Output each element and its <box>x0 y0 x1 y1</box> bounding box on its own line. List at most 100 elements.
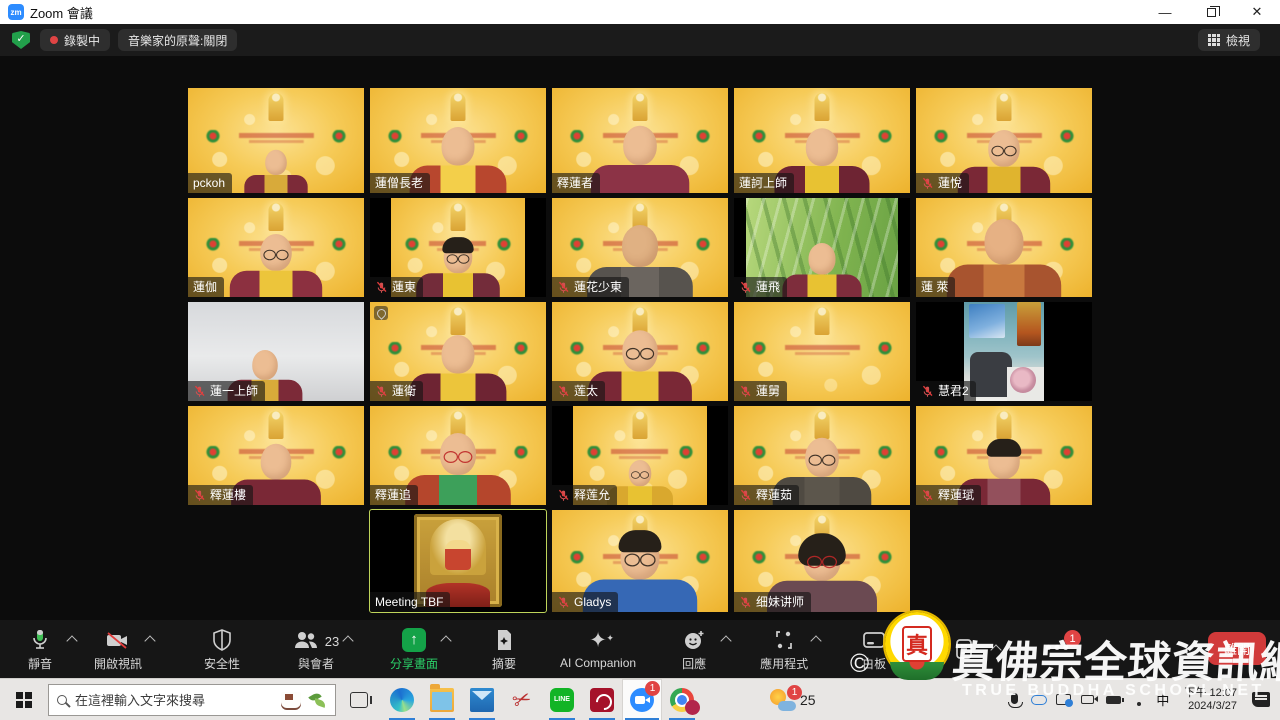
taskbar-clock[interactable]: 下午 12:07 2024/3/27 <box>1184 687 1237 713</box>
notes-options-chevron[interactable] <box>990 644 1001 655</box>
start-button[interactable] <box>0 679 48 720</box>
taskbar-weather-button[interactable]: 1 25 <box>770 679 826 720</box>
participant-tile[interactable]: 蓮花少東 <box>552 198 728 297</box>
taskbar-zoom-button[interactable]: 1 <box>622 679 662 720</box>
participant-nametag: 蓮悅 <box>916 173 969 193</box>
gallery-view: pckoh 蓮僧長老 釋蓮者 蓮訶上師 蓮悅 蓮伽 <box>0 56 1280 620</box>
ai-companion-button[interactable]: ✦ AI Companion <box>558 628 638 670</box>
windows-logo-icon <box>16 692 32 708</box>
reactions-button[interactable]: 回應 <box>668 627 720 672</box>
encryption-shield-icon[interactable] <box>12 31 30 49</box>
taskbar-edge-button[interactable] <box>382 679 422 720</box>
task-view-button[interactable] <box>336 679 382 720</box>
participant-tile[interactable]: 蓮僧長老 <box>370 88 546 193</box>
reactions-options-chevron[interactable] <box>720 635 731 646</box>
participant-tile[interactable]: 蓮悅 <box>916 88 1092 193</box>
taskbar-snipping-button[interactable]: ✂ <box>502 679 542 720</box>
participant-tile[interactable]: pckoh <box>188 88 364 193</box>
camera-off-icon <box>105 627 131 653</box>
taskbar-explorer-button[interactable] <box>422 679 462 720</box>
participant-tile[interactable]: 细妹讲师 <box>734 510 910 612</box>
notes-icon <box>953 636 975 662</box>
participant-tile[interactable]: 慧君2 <box>916 302 1092 401</box>
mute-button[interactable]: 靜音 <box>14 627 66 672</box>
muted-mic-icon <box>557 385 570 398</box>
share-options-chevron[interactable] <box>440 635 451 646</box>
recording-dot-icon <box>50 36 58 44</box>
participant-tile[interactable]: 蓮飛 <box>734 198 910 297</box>
pinned-icon <box>374 306 388 320</box>
minimize-button[interactable]: — <box>1142 0 1188 24</box>
video-options-chevron[interactable] <box>144 635 155 646</box>
participant-nametag: 蓮伽 <box>188 277 224 297</box>
line-app-icon: LINE <box>550 688 574 712</box>
participant-tile[interactable]: 蓮東 <box>370 198 546 297</box>
summary-button[interactable]: 摘要 <box>478 627 530 672</box>
taskbar-line-button[interactable]: LINE <box>542 679 582 720</box>
participant-tile[interactable]: Gladys <box>552 510 728 612</box>
participant-tile[interactable]: 釋蓮追 <box>370 406 546 505</box>
participant-nametag: 釋蓮追 <box>370 485 418 505</box>
recording-indicator[interactable]: 錄製中 <box>40 29 110 51</box>
zoom-app-icon: zm <box>8 4 24 20</box>
close-button[interactable]: ✕ <box>1234 0 1280 24</box>
participant-tile-active-speaker[interactable]: Meeting TBF <box>370 510 546 612</box>
ime-indicator[interactable]: 中 <box>1156 690 1169 709</box>
muted-mic-icon <box>375 281 388 294</box>
tray-battery-icon[interactable] <box>1106 692 1122 708</box>
muted-mic-icon <box>921 489 934 502</box>
edge-icon <box>390 688 414 712</box>
gallery-grid-icon <box>1208 34 1220 46</box>
apps-options-chevron[interactable] <box>810 635 821 646</box>
tea-cup-icon <box>281 692 301 708</box>
mute-options-chevron[interactable] <box>66 635 77 646</box>
participant-tile[interactable]: 蓮訶上師 <box>734 88 910 193</box>
participant-tile[interactable]: 釋蓮珷 <box>916 406 1092 505</box>
tray-cloud-icon[interactable] <box>1031 692 1047 708</box>
participant-nametag: 釋蓮茹 <box>734 485 799 505</box>
participants-button[interactable]: 23 與會者 <box>290 627 342 672</box>
whiteboard-options-chevron[interactable] <box>900 635 911 646</box>
participant-nametag: 蓮舅 <box>734 381 787 401</box>
participant-tile[interactable]: 蓮衛 <box>370 302 546 401</box>
more-button[interactable]: ••• 1 <box>1032 636 1084 662</box>
participant-tile[interactable]: 蓮 萊 <box>916 198 1092 297</box>
participant-tile[interactable]: 蓮伽 <box>188 198 364 297</box>
participants-options-chevron[interactable] <box>342 635 353 646</box>
view-button[interactable]: 檢視 <box>1198 29 1260 51</box>
action-center-icon[interactable] <box>1252 692 1270 707</box>
muted-mic-icon <box>193 385 206 398</box>
tray-display-icon[interactable] <box>1056 692 1072 708</box>
security-button[interactable]: 安全性 <box>196 627 248 672</box>
participant-nametag: pckoh <box>188 173 232 193</box>
whiteboard-button[interactable]: 白板 <box>848 627 900 672</box>
taskbar-search-input[interactable]: 在這裡輸入文字來搜尋 <box>48 684 336 716</box>
shield-icon <box>212 627 232 653</box>
participant-tile[interactable]: 蓮一上師 <box>188 302 364 401</box>
more-notification-badge: 1 <box>1064 630 1081 647</box>
participant-tile[interactable]: 釋蓮樓 <box>188 406 364 505</box>
muted-mic-icon <box>739 281 752 294</box>
tray-camera-icon[interactable] <box>1081 692 1097 708</box>
meeting-info-bar: 錄製中 音樂家的原聲:關閉 檢視 <box>0 24 1280 56</box>
tray-microphone-icon[interactable] <box>1006 692 1022 708</box>
participant-tile[interactable]: 释莲允 <box>552 406 728 505</box>
tray-wifi-icon[interactable] <box>1131 692 1147 708</box>
restore-button[interactable] <box>1188 0 1234 24</box>
share-screen-button[interactable]: ↑ 分享畫面 <box>388 627 440 672</box>
taskbar-acrobat-button[interactable] <box>582 679 622 720</box>
participant-tile[interactable]: 釋蓮者 <box>552 88 728 193</box>
leave-button[interactable]: 離開 <box>1208 632 1266 665</box>
participant-tile[interactable]: 釋蓮茹 <box>734 406 910 505</box>
start-video-button[interactable]: 開啟視訊 <box>92 627 144 672</box>
original-sound-button[interactable]: 音樂家的原聲:關閉 <box>118 29 237 51</box>
participant-tile[interactable]: 蓮舅 <box>734 302 910 401</box>
participant-tile[interactable]: 莲太 <box>552 302 728 401</box>
taskbar-chrome-button[interactable] <box>662 679 702 720</box>
zoom-notification-badge: 1 <box>645 681 660 696</box>
participant-nametag: 蓮東 <box>370 277 423 297</box>
taskbar-mail-button[interactable] <box>462 679 502 720</box>
participant-nametag: 释莲允 <box>552 485 617 505</box>
apps-button[interactable]: 應用程式 <box>758 627 810 672</box>
notes-button[interactable] <box>938 636 990 662</box>
